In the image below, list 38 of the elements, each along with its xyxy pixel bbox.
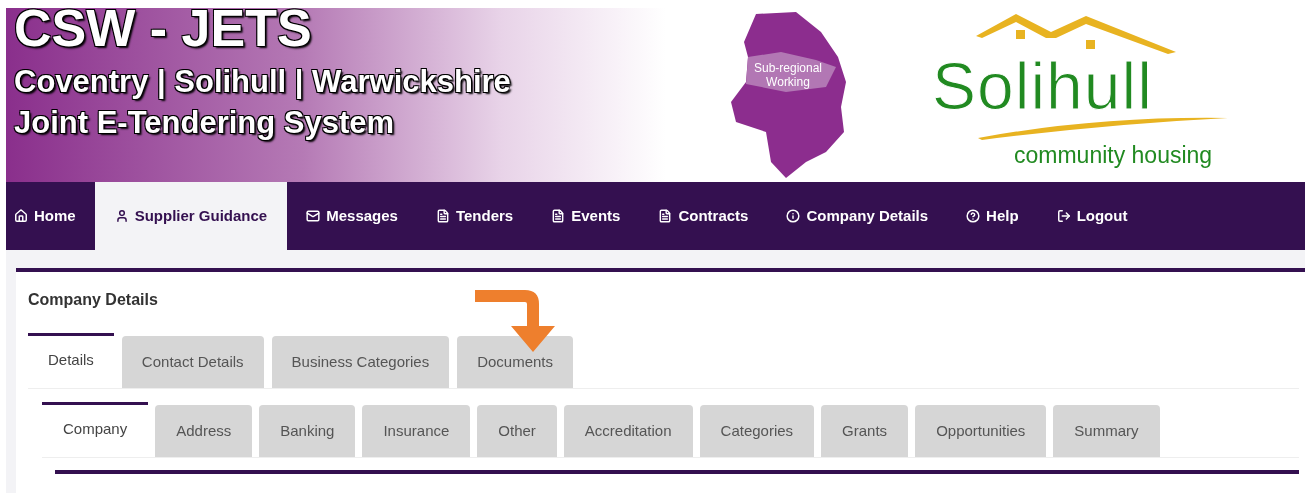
user-icon (114, 209, 129, 223)
tab[interactable]: Documents (457, 336, 574, 388)
tab[interactable]: Summary (1053, 405, 1160, 457)
site-title: CSW - JETS (14, 2, 313, 56)
info-icon (786, 209, 801, 223)
partner-logo-name: Solihull (932, 53, 1153, 119)
tab[interactable]: Grants (821, 405, 909, 457)
nav-item[interactable]: Events (543, 182, 629, 250)
tab[interactable]: Other (477, 405, 557, 457)
nav-item[interactable]: Logout (1048, 182, 1136, 250)
nav-item[interactable]: Company Details (778, 182, 937, 250)
document-icon (658, 209, 673, 223)
nav-item[interactable]: Help (958, 182, 1027, 250)
logout-icon (1056, 209, 1071, 223)
document-icon (551, 209, 566, 223)
tab[interactable]: Contact Details (121, 336, 264, 388)
mail-icon (306, 209, 321, 223)
tab[interactable]: Banking (259, 405, 356, 457)
nav-item[interactable]: Tenders (427, 182, 522, 250)
nav-item[interactable]: Messages (298, 182, 406, 250)
site-subtitle: Coventry | Solihull | Warwickshire (14, 66, 512, 97)
tab[interactable]: Insurance (362, 405, 471, 457)
document-icon (435, 209, 450, 223)
map-logo-label: Sub-regional Working (752, 61, 823, 89)
home-icon (14, 209, 28, 223)
nav-item[interactable]: Supplier Guidance (94, 182, 288, 250)
nav-item[interactable]: Contracts (650, 182, 757, 250)
arrow-icon (475, 290, 557, 352)
tab[interactable]: Address (155, 405, 253, 457)
nav-item[interactable]: Home (6, 182, 84, 250)
tab[interactable]: Opportunities (915, 405, 1047, 457)
panel-title: Company Details (27, 290, 159, 310)
partner-logo-tagline: community housing (1014, 144, 1213, 167)
tab[interactable]: Categories (699, 405, 815, 457)
tab[interactable]: Accreditation (563, 405, 693, 457)
site-tagline: Joint E-Tendering System (14, 107, 396, 138)
tab[interactable]: Business Categories (271, 336, 450, 388)
help-icon (966, 209, 981, 223)
